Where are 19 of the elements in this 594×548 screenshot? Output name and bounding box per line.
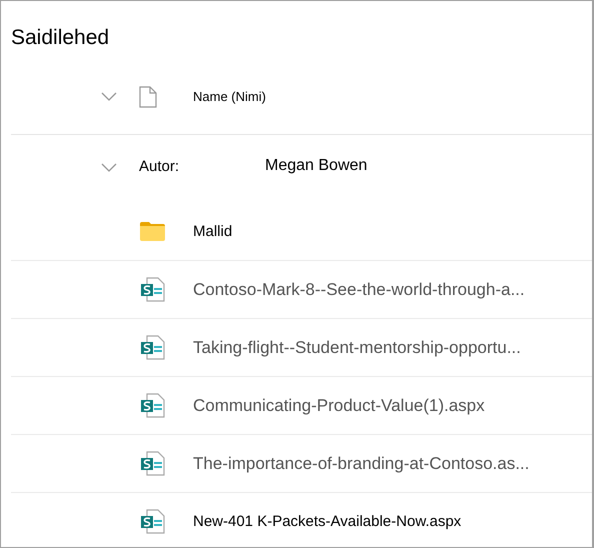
page-icon	[140, 393, 165, 418]
page-icon	[140, 335, 165, 360]
group-value: Megan Bowen	[265, 157, 368, 175]
file-name[interactable]: Taking-flight--Student-mentorship-opportu...	[193, 338, 521, 358]
file-name[interactable]: Contoso-Mark-8--See-the-world-through-a...	[193, 280, 525, 300]
file-name[interactable]: New-401 K-Packets-Available-Now.aspx	[193, 513, 462, 530]
file-name[interactable]: The-importance-of-branding-at-Contoso.as...	[193, 454, 530, 474]
document-icon	[139, 86, 157, 108]
collapse-all-chevron-icon[interactable]	[101, 92, 117, 101]
page-title: Saidilehed	[10, 25, 110, 51]
name-column-header[interactable]: Name (Nimi)	[193, 89, 266, 104]
page-icon	[140, 451, 165, 476]
page-icon	[140, 277, 165, 302]
file-name[interactable]: Communicating-Product-Value(1).aspx	[193, 396, 485, 416]
group-label: Autor:	[139, 158, 180, 174]
group-chevron-icon[interactable]	[101, 163, 117, 172]
page-icon	[140, 509, 165, 534]
folder-icon	[140, 222, 165, 241]
file-name[interactable]: Mallid	[193, 223, 232, 240]
